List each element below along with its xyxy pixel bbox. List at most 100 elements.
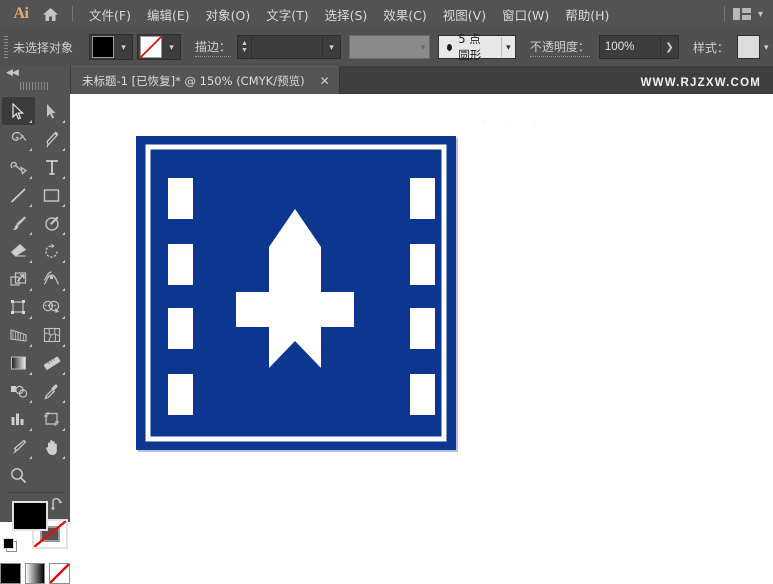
default-colors-front-square [3,538,14,549]
tool-grid [0,95,70,489]
scale-tool[interactable] [2,265,35,293]
menu-edit[interactable]: 编辑(E) [139,1,198,28]
document-tab[interactable]: 未标题-1 [已恢复]* @ 150% (CMYK/预览) ✕ [70,66,340,94]
menu-file[interactable]: 文件(F) [81,1,139,28]
sprocket-hole-right-3 [410,308,435,349]
menu-select[interactable]: 选择(S) [317,1,376,28]
opacity-field[interactable]: ❯ [599,35,679,59]
mesh-tool[interactable] [35,321,68,349]
document-canvas[interactable] [70,94,773,522]
shape-builder-tool[interactable] [35,293,68,321]
color-controls [0,497,70,561]
line-segment-tool[interactable] [2,181,35,209]
menu-object[interactable]: 对象(O) [198,1,259,28]
close-icon[interactable]: ✕ [317,76,333,86]
magic-wand-tool[interactable] [2,125,35,153]
sprocket-hole-left-3 [168,308,193,349]
tools-panel-divider [6,492,64,493]
column-graph-tool[interactable] [2,405,35,433]
document-tab-bar: 未标题-1 [已恢复]* @ 150% (CMYK/预览) ✕ WWW.RJZX… [70,66,773,94]
slice-tool[interactable] [2,433,35,461]
rectangle-tool[interactable] [35,181,68,209]
fill-color-swatch[interactable] [12,501,48,531]
menu-effect[interactable]: 效果(C) [375,1,434,28]
color-mode-button[interactable] [0,563,21,584]
tool-flyout-indicator [62,372,65,375]
tools-panel-grip[interactable] [20,80,50,92]
type-tool[interactable] [35,153,68,181]
tool-flyout-indicator [29,344,32,347]
brush-chevron-down-icon[interactable]: ▾ [501,37,515,57]
menu-item-list: 文件(F) 编辑(E) 对象(O) 文字(T) 选择(S) 效果(C) 视图(V… [81,1,617,28]
measure-tool[interactable] [35,349,68,377]
document-tab-label: 未标题-1 [已恢复]* @ 150% (CMYK/预览) [82,73,305,89]
menu-divider [72,6,73,22]
gradient-tool[interactable] [2,349,35,377]
sprocket-hole-right-4 [410,374,435,415]
artboard-guide-mark [482,121,486,122]
none-mode-button[interactable] [49,563,70,584]
menu-view[interactable]: 视图(V) [435,1,494,28]
curvature-tool[interactable] [2,153,35,181]
tool-grid-spacer [35,461,68,489]
selection-status-label: 未选择对象 [13,39,73,56]
selection-tool[interactable] [2,97,35,125]
blend-tool[interactable] [2,377,35,405]
width-profile-chevron-down-icon[interactable]: ▾ [421,42,430,53]
tool-flyout-indicator [62,260,65,263]
artboard-guide-mark [532,121,536,122]
menu-type[interactable]: 文字(T) [258,1,316,28]
width-tool[interactable] [35,265,68,293]
stroke-weight-chevron-down-icon[interactable]: ▾ [322,37,340,57]
stroke-weight-label[interactable]: 描边： [195,38,231,57]
sprocket-hole-right-1 [410,178,435,219]
stroke-chevron-down-icon[interactable]: ▾ [163,36,180,58]
stroke-swatch[interactable] [140,36,162,58]
tool-flyout-indicator [29,428,32,431]
zoom-tool[interactable] [2,461,35,489]
fill-swatch-group[interactable]: ▾ [89,34,133,60]
eyedropper-tool[interactable] [35,377,68,405]
chevron-down-icon[interactable]: ▾ [758,9,763,20]
opacity-flyout-arrow-icon[interactable]: ❯ [660,37,678,57]
menu-window[interactable]: 窗口(W) [494,1,557,28]
menu-help[interactable]: 帮助(H) [557,1,617,28]
fill-chevron-down-icon[interactable]: ▾ [115,36,132,58]
workspace-switcher-icon[interactable] [733,8,751,20]
tool-flyout-indicator [29,400,32,403]
tool-flyout-indicator [29,204,32,207]
gradient-mode-button[interactable] [25,563,46,584]
eraser-tool[interactable] [2,237,35,265]
stroke-weight-field[interactable]: ▲▼ ▾ [237,35,341,59]
film-frame-star-artwork[interactable] [136,136,456,450]
style-swatch[interactable] [737,35,760,59]
free-transform-tool[interactable] [2,293,35,321]
hand-tool[interactable] [35,433,68,461]
stroke-swatch-group[interactable]: ▾ [137,34,181,60]
direct-selection-tool[interactable] [35,97,68,125]
shaper-tool[interactable] [35,209,68,237]
default-fill-stroke-icon[interactable] [3,538,16,551]
tool-flyout-indicator [29,120,32,123]
stroke-weight-input[interactable] [252,36,322,58]
opacity-input[interactable] [600,41,660,53]
sprocket-hole-left-4 [168,374,193,415]
brush-definition-dropdown[interactable]: 5 点圆形 ▾ [438,35,516,59]
width-profile-dropdown[interactable]: ▾ [349,35,430,59]
home-icon[interactable] [36,7,64,22]
sprocket-hole-right-2 [410,244,435,285]
stroke-weight-stepper[interactable]: ▲▼ [238,36,252,58]
workspace-icon-right-blocks [742,8,751,20]
paintbrush-tool[interactable] [2,209,35,237]
perspective-grid-tool[interactable] [2,321,35,349]
sprocket-hole-left-2 [168,244,193,285]
pen-tool[interactable] [35,125,68,153]
collapse-panel-icon[interactable]: ◀◀ [0,66,70,79]
fill-swatch[interactable] [92,36,114,58]
style-chevron-down-icon[interactable]: ▾ [760,36,773,58]
rotate-tool[interactable] [35,237,68,265]
control-bar-grip[interactable] [4,36,8,58]
artboard-tool[interactable] [35,405,68,433]
swap-fill-stroke-icon[interactable] [50,498,64,514]
opacity-label[interactable]: 不透明度： [530,38,590,57]
